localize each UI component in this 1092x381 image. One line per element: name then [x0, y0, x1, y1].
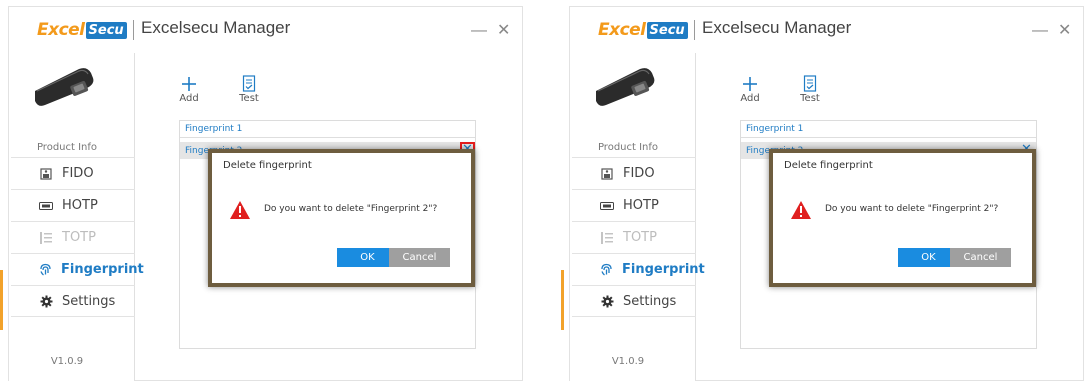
sidebar-item-label: HOTP — [62, 198, 98, 213]
test-button-label: Test — [239, 93, 259, 104]
app-window: Excel Secu Excelsecu Manager — ✕ Product … — [569, 6, 1084, 381]
sidebar-item-settings[interactable]: Settings — [11, 285, 135, 317]
usb-key-device-image — [596, 68, 655, 106]
list-item[interactable]: Fingerprint 1 — [180, 121, 475, 138]
logo-excel-text: Excel — [37, 20, 85, 40]
plus-icon — [743, 77, 757, 91]
sidebar-item-hotp[interactable]: HOTP — [572, 189, 696, 221]
dialog-title: Delete fingerprint — [223, 160, 312, 171]
delete-fingerprint-dialog: Delete fingerprint Do you want to delete… — [208, 149, 475, 287]
add-button[interactable]: Add — [169, 75, 209, 104]
test-button[interactable]: Test — [790, 75, 830, 104]
close-window-button[interactable]: ✕ — [497, 20, 510, 40]
product-info-label[interactable]: Product Info — [9, 142, 125, 153]
sidebar-item-label: Fingerprint — [61, 262, 144, 277]
sidebar-item-settings[interactable]: Settings — [572, 285, 696, 317]
dialog-title: Delete fingerprint — [784, 160, 873, 171]
sidebar-item-label: Settings — [62, 293, 116, 309]
sidebar-item-label: TOTP — [62, 230, 96, 245]
add-button-label: Add — [740, 93, 760, 104]
usb-key-device-image — [35, 68, 94, 106]
app-window: Excel Secu Excelsecu Manager — ✕ Product … — [8, 6, 523, 381]
gear-icon — [600, 295, 614, 307]
fido-icon — [39, 167, 53, 180]
fido-icon — [600, 167, 614, 180]
sidebar-item-label: HOTP — [623, 198, 659, 213]
test-document-icon — [242, 75, 256, 92]
excelsecu-logo: Excel Secu — [37, 19, 127, 41]
app-version: V1.0.9 — [50, 356, 84, 367]
window-edge-accent — [0, 270, 3, 330]
fingerprint-icon — [600, 263, 613, 276]
title-divider — [694, 20, 695, 40]
list-item[interactable]: Fingerprint 1 — [741, 121, 1036, 138]
test-button-label: Test — [800, 93, 820, 104]
window-title: Excelsecu Manager — [702, 18, 852, 37]
app-version: V1.0.9 — [611, 356, 645, 367]
minimize-button[interactable]: — — [1032, 22, 1048, 40]
sidebar-item-fingerprint[interactable]: Fingerprint — [572, 253, 705, 285]
minimize-button[interactable]: — — [471, 22, 487, 40]
sidebar-item-label: Settings — [623, 293, 677, 309]
fingerprint-name: Fingerprint 1 — [746, 124, 804, 134]
hotp-icon — [600, 200, 614, 212]
add-button-label: Add — [179, 93, 199, 104]
totp-icon — [39, 231, 53, 244]
test-button[interactable]: Test — [229, 75, 269, 104]
totp-icon — [600, 231, 614, 244]
plus-icon — [182, 77, 196, 91]
sidebar-item-hotp[interactable]: HOTP — [11, 189, 135, 221]
sidebar-item-label: Fingerprint — [622, 262, 705, 277]
sidebar: Product Info FIDO HOTP TOTP Fingerprint … — [9, 53, 144, 381]
sidebar-item-totp[interactable]: TOTP — [11, 221, 135, 253]
logo-excel-text: Excel — [598, 20, 646, 40]
warning-icon — [791, 201, 811, 219]
window-edge-accent — [561, 270, 564, 330]
logo-secu-text: Secu — [646, 21, 688, 39]
sidebar-item-fido[interactable]: FIDO — [11, 157, 135, 189]
sidebar: Product Info FIDO HOTP TOTP Fingerprint … — [570, 53, 705, 381]
dialog-message: Do you want to delete "Fingerprint 2"? — [264, 204, 438, 214]
cancel-button[interactable]: Cancel — [950, 248, 1011, 267]
delete-fingerprint-dialog: Delete fingerprint Do you want to delete… — [769, 149, 1036, 287]
add-button[interactable]: Add — [730, 75, 770, 104]
title-divider — [133, 20, 134, 40]
window-title: Excelsecu Manager — [141, 18, 291, 37]
sidebar-item-fido[interactable]: FIDO — [572, 157, 696, 189]
test-document-icon — [803, 75, 817, 92]
fingerprint-name: Fingerprint 1 — [185, 124, 243, 134]
gear-icon — [39, 295, 53, 307]
sidebar-item-label: TOTP — [623, 230, 657, 245]
sidebar-item-fingerprint[interactable]: Fingerprint — [11, 253, 144, 285]
logo-secu-text: Secu — [85, 21, 127, 39]
excelsecu-logo: Excel Secu — [598, 19, 688, 41]
warning-icon — [230, 201, 250, 219]
cancel-button[interactable]: Cancel — [389, 248, 450, 267]
sidebar-item-totp[interactable]: TOTP — [572, 221, 696, 253]
dialog-message: Do you want to delete "Fingerprint 2"? — [825, 204, 999, 214]
product-info-label[interactable]: Product Info — [570, 142, 686, 153]
title-bar: Excel Secu Excelsecu Manager — ✕ — [9, 7, 522, 53]
close-window-button[interactable]: ✕ — [1058, 20, 1071, 40]
title-bar: Excel Secu Excelsecu Manager — ✕ — [570, 7, 1083, 53]
screenshot-right: Excel Secu Excelsecu Manager — ✕ Product … — [561, 0, 1092, 381]
screenshot-left: Excel Secu Excelsecu Manager — ✕ Product … — [0, 0, 531, 381]
fingerprint-icon — [39, 263, 52, 276]
sidebar-item-label: FIDO — [62, 166, 94, 181]
hotp-icon — [39, 200, 53, 212]
sidebar-item-label: FIDO — [623, 166, 655, 181]
